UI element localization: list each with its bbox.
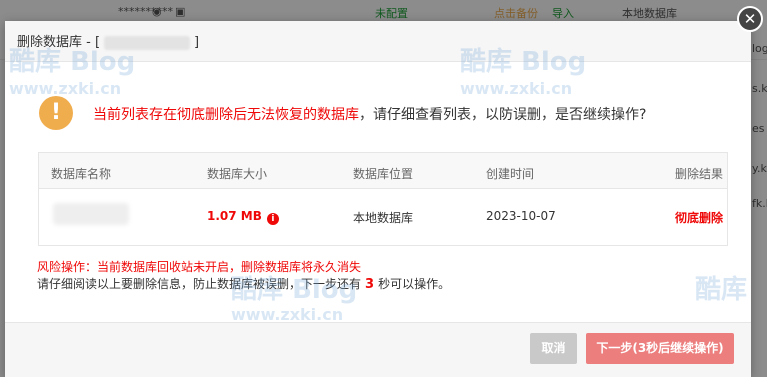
notice-after: 秒可以操作。 bbox=[378, 277, 451, 291]
header-database-size: 数据库大小 bbox=[207, 167, 268, 181]
countdown-seconds: 3 bbox=[365, 277, 375, 292]
database-table: 数据库名称 数据库大小 数据库位置 创建时间 删除结果 1.07 MB i 本地数… bbox=[38, 152, 728, 246]
table-row: 1.07 MB i 本地数据库 2023-10-07 彻底删除 bbox=[39, 189, 727, 245]
table-header: 数据库名称 数据库大小 数据库位置 创建时间 删除结果 bbox=[39, 153, 727, 189]
database-size-value: 1.07 MB bbox=[207, 209, 262, 223]
watermark-brand: 酷库 Blog bbox=[9, 47, 136, 77]
delete-database-dialog: 删除数据库 - [] ! 当前列表存在彻底删除后无法恢复的数据库，请仔细查看列表… bbox=[5, 21, 751, 377]
close-icon[interactable]: ✕ bbox=[737, 6, 763, 32]
warning-red-text: 当前列表存在彻底删除后无法恢复的数据库 bbox=[93, 107, 359, 123]
warning-text: 当前列表存在彻底删除后无法恢复的数据库，请仔细查看列表，以防误删，是否继续操作? bbox=[93, 104, 646, 124]
database-location-cell: 本地数据库 bbox=[353, 211, 414, 225]
watermark-url: www.zxki.cn bbox=[9, 79, 122, 98]
warning-icon: ! bbox=[39, 96, 73, 130]
watermark-brand: 酷库 Blog bbox=[231, 275, 358, 305]
header-database-location: 数据库位置 bbox=[353, 167, 414, 181]
info-icon[interactable]: i bbox=[266, 213, 279, 225]
header-delete-result: 删除结果 bbox=[675, 167, 724, 181]
dialog-footer: 取消 下一步(3秒后继续操作) bbox=[5, 322, 751, 377]
cancel-button[interactable]: 取消 bbox=[530, 333, 577, 364]
dialog-title-suffix: ] bbox=[194, 35, 200, 50]
warning-normal-text: ，请仔细查看列表，以防误删，是否继续操作? bbox=[359, 107, 647, 123]
created-time-cell: 2023-10-07 bbox=[486, 209, 556, 223]
delete-result-cell: 彻底删除 bbox=[675, 211, 724, 225]
header-created-time: 创建时间 bbox=[486, 167, 535, 181]
warning-message: ! 当前列表存在彻底删除后无法恢复的数据库，请仔细查看列表，以防误删，是否继续操… bbox=[39, 96, 739, 130]
database-size-cell: 1.07 MB i bbox=[207, 209, 279, 225]
watermark-brand: 酷库 Blog bbox=[460, 47, 587, 77]
watermark-url: www.zxki.cn bbox=[460, 79, 573, 98]
next-step-button[interactable]: 下一步(3秒后继续操作) bbox=[586, 333, 734, 364]
watermark-brand: 酷库 bbox=[695, 275, 748, 305]
header-database-name: 数据库名称 bbox=[51, 167, 112, 181]
redacted-database-name-cell bbox=[53, 203, 129, 225]
